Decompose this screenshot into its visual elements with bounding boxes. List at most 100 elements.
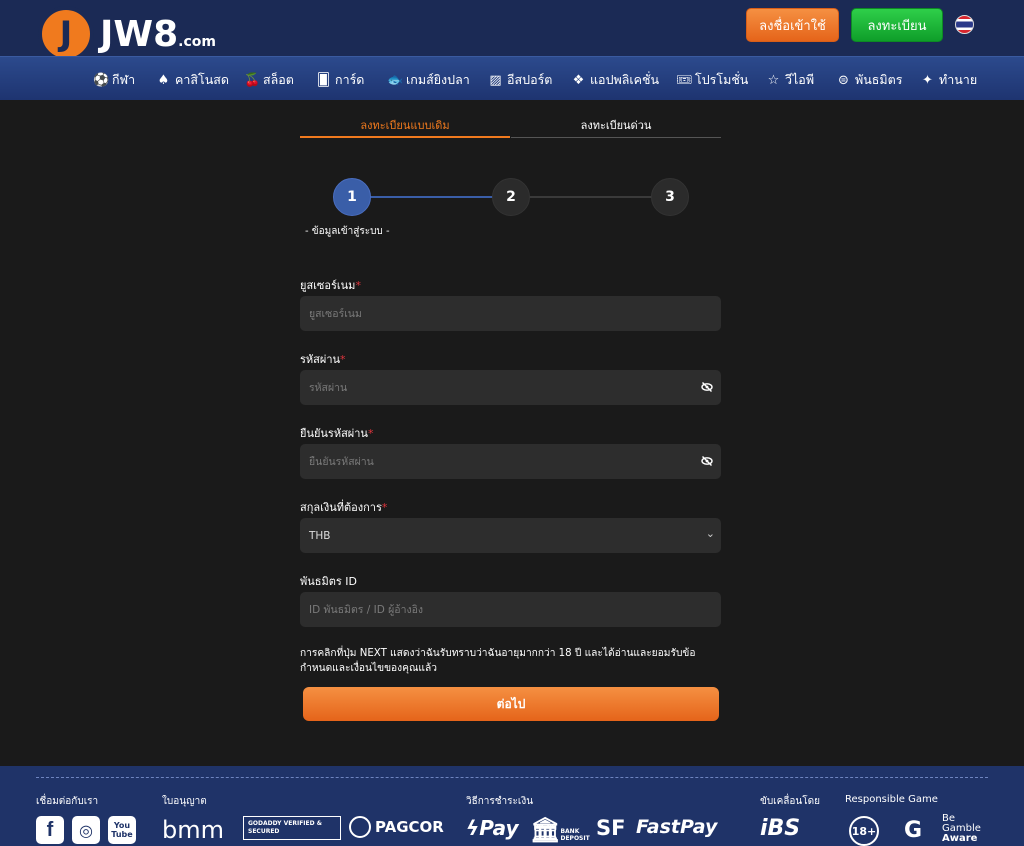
nav-label: เกมส์ยิงปลา	[406, 72, 470, 87]
spade-icon: ♠	[157, 72, 170, 88]
required-mark: *	[340, 353, 346, 366]
step-line-done	[352, 196, 512, 198]
label-text: สกุลเงินที่ต้องการ	[300, 501, 382, 514]
nav-label: การ์ด	[335, 72, 365, 87]
nav-item-live-casino[interactable]: ♠ คาสิโนสด	[156, 70, 229, 90]
register-button[interactable]: ลงทะเบียน	[851, 8, 943, 42]
logo-wordmark: JW8.com	[100, 14, 216, 55]
connect-heading: เชื่อมต่อกับเรา	[36, 796, 99, 807]
username-label: ยูสเซอร์เนม*	[300, 276, 361, 294]
star-icon: ☆	[767, 72, 780, 88]
chevron-down-icon: ⌄	[705, 527, 715, 540]
nav-label: คาสิโนสด	[175, 72, 230, 87]
cherry-icon: 🍒	[244, 72, 261, 88]
step-2: 2	[492, 178, 530, 216]
confirm-password-label: ยืนยันรหัสผ่าน*	[300, 424, 373, 442]
thai-flag-icon[interactable]	[955, 15, 974, 34]
logo-text: JW8	[100, 13, 179, 55]
username-input[interactable]	[309, 307, 689, 320]
ticket-icon: 🎟	[676, 72, 693, 88]
fish-icon: 🐟	[387, 72, 404, 88]
nav-label: ทำนาย	[939, 72, 978, 87]
facebook-icon[interactable]: f	[36, 816, 64, 844]
youtube-icon[interactable]: You Tube	[108, 816, 136, 844]
instagram-icon[interactable]: ◎	[72, 816, 100, 844]
ibs-logo: iBS	[760, 816, 801, 841]
partner-id-field	[300, 592, 721, 627]
partner-id-label: พันธมิตร ID	[300, 575, 357, 588]
site-logo[interactable]: J JW8.com	[38, 6, 216, 62]
app-icon: ❖	[572, 72, 585, 88]
required-mark: *	[355, 279, 361, 292]
username-field	[300, 296, 721, 331]
required-mark: *	[381, 501, 388, 514]
required-mark: *	[367, 427, 374, 440]
nav-label: วีไอพี	[785, 72, 815, 87]
pagcor-seal-icon	[349, 816, 371, 838]
nav-label: อีสปอร์ต	[507, 72, 553, 87]
be-gamble-aware-logo: Be Gamble Aware	[942, 814, 981, 844]
esports-icon: ▨	[489, 72, 502, 88]
step-1: 1	[333, 178, 371, 216]
sf-logo: SF	[596, 816, 626, 840]
registration-area: ลงทะเบียนแบบเดิม ลงทะเบียนด่วน 1 2 3 - ข…	[0, 100, 1024, 766]
logo-suffix: .com	[178, 33, 216, 50]
tab-quick-registration[interactable]: ลงทะเบียนด่วน	[511, 114, 721, 138]
label-text: ยืนยันรหัสผ่าน	[300, 427, 368, 440]
nav-label: สล็อต	[263, 72, 294, 87]
confirm-password-field	[300, 444, 721, 479]
password-field	[300, 370, 721, 405]
nav-item-partners[interactable]: ⊜ พันธมิตร	[836, 70, 903, 90]
logo-letter: J	[59, 14, 73, 54]
nav-item-predict[interactable]: ✦ ทำนาย	[920, 70, 977, 90]
label-text: รหัสผ่าน	[300, 353, 341, 366]
nav-label: แอปพลิเคชั่น	[590, 72, 660, 87]
partner-id-input[interactable]	[309, 603, 689, 616]
login-button[interactable]: ลงชื่อเข้าใช้	[746, 8, 839, 42]
gamble-aware-line: Aware	[942, 833, 978, 844]
password-label: รหัสผ่าน*	[300, 350, 346, 368]
wand-icon: ✦	[922, 72, 933, 88]
bank-deposit-logo: 🏛 BANK DEPOSIT	[530, 816, 592, 844]
gamcare-logo: G	[903, 817, 923, 843]
pagcor-text: PAGCOR	[375, 818, 444, 836]
nav-item-app[interactable]: ❖ แอปพลิเคชั่น	[571, 70, 659, 90]
footer: เชื่อมต่อกับเรา ใบอนุญาต วิธีการชำระเงิน…	[0, 766, 1024, 846]
next-button[interactable]: ต่อไป	[303, 687, 719, 721]
nav-item-promotions[interactable]: 🎟 โปรโมชั่น	[676, 70, 748, 90]
nav-label: พันธมิตร	[855, 72, 903, 87]
godaddy-verified-logo: GODADDY VERIFIED & SECURED	[243, 816, 341, 840]
nav-item-fishing[interactable]: 🐟 เกมส์ยิงปลา	[387, 70, 470, 90]
fastpay-logo: FastPay	[636, 816, 718, 838]
step-caption: - ข้อมูลเข้าสู่ระบบ -	[305, 226, 390, 237]
currency-select[interactable]: THB ⌄	[300, 518, 721, 553]
password-input[interactable]	[309, 381, 689, 394]
eye-slash-icon[interactable]	[699, 379, 715, 395]
terms-text: การคลิกที่ปุ่ม NEXT แสดงว่าฉันรับทราบว่า…	[300, 648, 696, 674]
nav-item-esports[interactable]: ▨ อีสปอร์ต	[488, 70, 552, 90]
powered-heading: ขับเคลื่อนโดย	[760, 796, 820, 807]
license-heading: ใบอนุญาต	[162, 796, 207, 807]
nav-label: กีฬา	[112, 72, 136, 87]
top-header: J JW8.com ลงชื่อเข้าใช้ ลงทะเบียน	[0, 0, 1024, 62]
nav-label: โปรโมชั่น	[695, 72, 749, 87]
bolt-icon: ϟ	[466, 816, 480, 840]
nav-item-sports[interactable]: ⚽ กีฬา	[93, 70, 135, 90]
partner-icon: ⊜	[838, 72, 849, 88]
registration-tabs: ลงทะเบียนแบบเดิม ลงทะเบียนด่วน	[300, 114, 721, 138]
cards-icon: 🂠	[316, 72, 331, 88]
soccer-ball-icon: ⚽	[93, 72, 110, 88]
step-3: 3	[651, 178, 689, 216]
confirm-password-input[interactable]	[309, 455, 689, 468]
payment-heading: วิธีการชำระเงิน	[466, 796, 534, 807]
currency-value: THB	[309, 529, 331, 542]
pagcor-logo: PAGCOR	[349, 816, 444, 838]
step-line-pending	[512, 196, 670, 198]
tab-standard-registration[interactable]: ลงทะเบียนแบบเดิม	[300, 114, 510, 138]
nav-item-vip[interactable]: ☆ วีไอพี	[766, 70, 814, 90]
eye-slash-icon[interactable]	[699, 453, 715, 469]
currency-label: สกุลเงินที่ต้องการ*	[300, 498, 387, 516]
nav-item-slots[interactable]: 🍒 สล็อต	[244, 70, 294, 90]
bank-deposit-text: BANK DEPOSIT	[560, 828, 590, 842]
nav-item-cards[interactable]: 🂠 การ์ด	[316, 70, 365, 90]
